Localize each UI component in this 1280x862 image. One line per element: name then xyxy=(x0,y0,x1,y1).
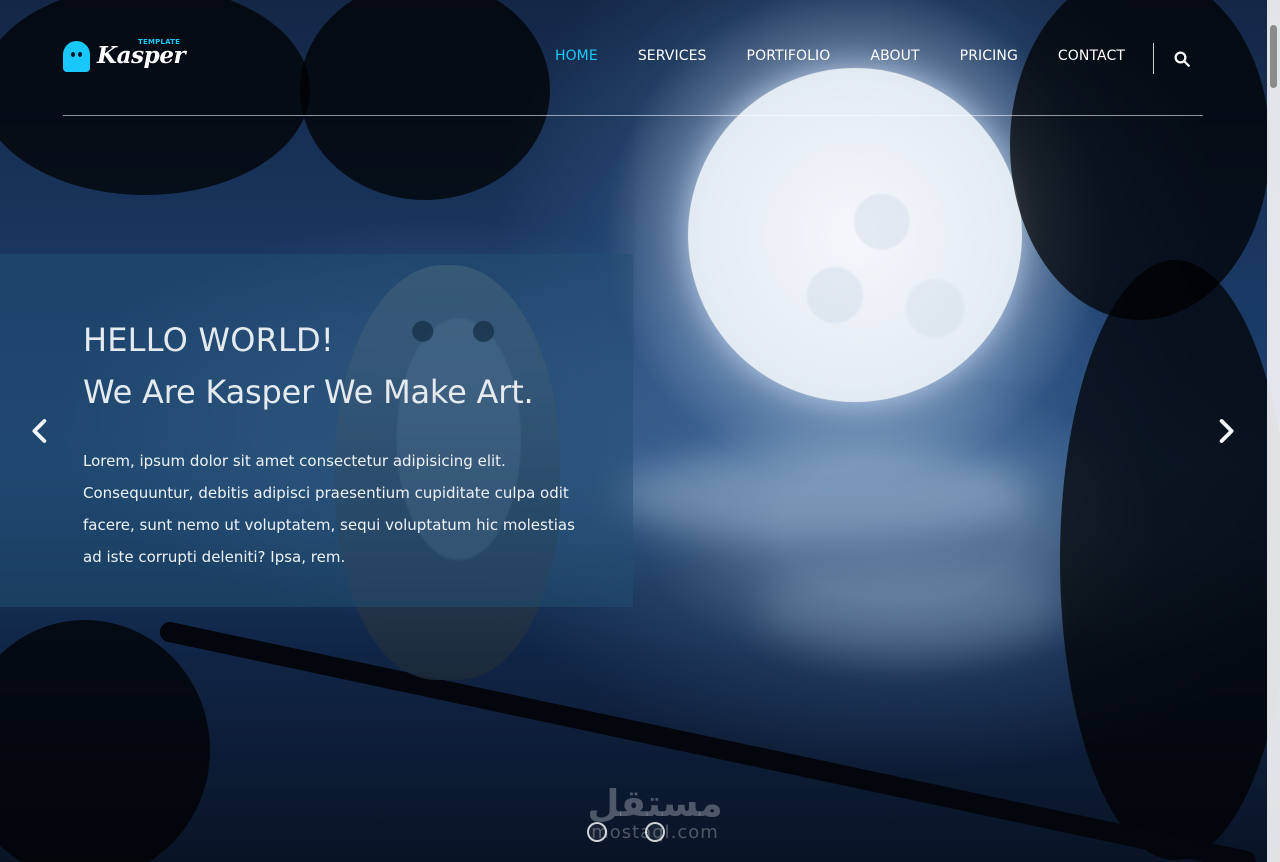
nav-home[interactable]: HOME xyxy=(555,48,598,64)
ghost-logo-icon xyxy=(63,40,90,72)
site-header: TEMPLATE Kasper HOME SERVICES PORTIFOLIO… xyxy=(63,32,1203,116)
hero-subtitle: We Are Kasper We Make Art. xyxy=(83,373,534,411)
watermark-arabic-text: مستقل xyxy=(587,782,723,825)
hero-slider: TEMPLATE Kasper HOME SERVICES PORTIFOLIO… xyxy=(0,0,1280,862)
chevron-right-icon xyxy=(1219,419,1234,443)
main-navigation: HOME SERVICES PORTIFOLIO ABOUT PRICING C… xyxy=(555,48,1125,64)
carousel-indicator-2[interactable] xyxy=(645,822,665,842)
nav-about[interactable]: ABOUT xyxy=(870,48,919,64)
search-icon xyxy=(1174,51,1190,67)
hero-description: Lorem, ipsum dolor sit amet consectetur … xyxy=(83,452,575,566)
hero-title: HELLO WORLD! xyxy=(83,321,334,359)
hero-content: HELLO WORLD! We Are Kasper We Make Art. … xyxy=(83,314,583,573)
search-button[interactable] xyxy=(1173,50,1191,68)
previous-slide-button[interactable] xyxy=(25,414,55,448)
right-tree-silhouette xyxy=(1060,260,1280,860)
carousel-indicators xyxy=(587,822,665,842)
full-moon xyxy=(688,68,1022,402)
carousel-indicator-1[interactable] xyxy=(587,822,607,842)
next-slide-button[interactable] xyxy=(1211,414,1241,448)
site-logo[interactable]: TEMPLATE Kasper xyxy=(63,38,186,72)
nav-pricing[interactable]: PRICING xyxy=(960,48,1018,64)
scrollbar-thumb[interactable] xyxy=(1270,25,1277,88)
nav-divider xyxy=(1153,43,1154,74)
nav-portfolio[interactable]: PORTIFOLIO xyxy=(747,48,831,64)
logo-text: TEMPLATE Kasper xyxy=(97,38,186,72)
nav-contact[interactable]: CONTACT xyxy=(1058,48,1125,64)
nav-services[interactable]: SERVICES xyxy=(638,48,707,64)
chevron-left-icon xyxy=(32,419,47,443)
bottom-left-tree-silhouette xyxy=(0,620,210,862)
page-scrollbar[interactable] xyxy=(1267,0,1280,862)
logo-small-text: TEMPLATE xyxy=(138,38,181,46)
